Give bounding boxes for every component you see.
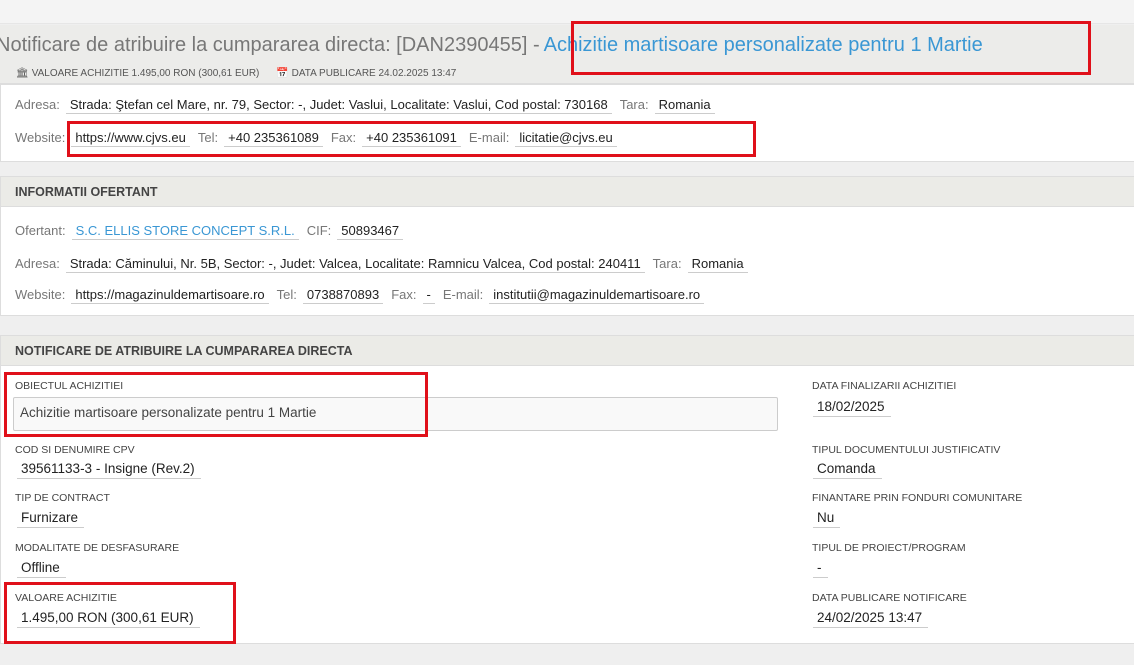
title-prefix: Notificare de atribuire la cumpararea di… — [0, 34, 540, 56]
fax-label: Fax: — [330, 130, 357, 145]
mode-label: MODALITATE DE DESFASURARE — [15, 542, 180, 554]
bidder-tel: 0738870893 — [302, 287, 384, 304]
notice-heading: NOTIFICARE DE ATRIBUIRE LA CUMPARAREA DI… — [1, 336, 1134, 366]
bidder-email[interactable]: institutii@magazinuldemartisoare.ro — [489, 287, 705, 304]
bidder-website[interactable]: https://magazinuldemartisoare.ro — [71, 287, 269, 304]
object-field[interactable]: Achizitie martisoare personalizate pentr… — [13, 397, 778, 431]
calendar-icon: 📅 — [276, 68, 289, 79]
publish-label: DATA PUBLICARE NOTIFICARE — [812, 592, 967, 604]
address-label: Adresa: — [15, 97, 60, 112]
header-meta: 🏛 VALOARE ACHIZITIE 1.495,00 RON (300,61 … — [16, 68, 470, 79]
tel-label: Tel: — [197, 130, 219, 145]
final-date-label: DATA FINALIZARII ACHIZITIEI — [812, 380, 957, 392]
meta-value: VALOARE ACHIZITIE 1.495,00 RON (300,61 E… — [31, 68, 260, 79]
final-date-value: 18/02/2025 — [813, 399, 891, 417]
publish-value: 24/02/2025 13:47 — [813, 610, 929, 628]
bidder-name-label: Ofertant: — [15, 223, 66, 238]
email-label: E-mail: — [468, 130, 510, 145]
bidder-fax: - — [422, 287, 435, 304]
bidder-name[interactable]: S.C. ELLIS STORE CONCEPT S.R.L. — [71, 223, 299, 240]
title-link[interactable]: Achizitie martisoare personalizate pentr… — [544, 34, 983, 56]
meta-date: DATA PUBLICARE 24.02.2025 13:47 — [291, 68, 457, 79]
bidder-country-label: Tara: — [652, 256, 682, 271]
bidder-heading: INFORMATII OFERTANT — [1, 177, 1134, 207]
authority-tel: +40 235361089 — [224, 130, 323, 147]
object-label: OBIECTUL ACHIZITIEI — [15, 380, 124, 392]
bidder-email-label: E-mail: — [442, 287, 484, 302]
authority-country: Romania — [654, 97, 715, 114]
authority-fax: +40 235361091 — [362, 130, 461, 147]
website-label: Website: — [15, 130, 66, 145]
bidder-website-label: Website: — [15, 287, 66, 302]
page-title: Notificare de atribuire la cumpararea di… — [0, 34, 983, 57]
cpv-label: COD SI DENUMIRE CPV — [15, 444, 135, 456]
bidder-fax-label: Fax: — [391, 287, 417, 302]
bidder-panel: INFORMATII OFERTANT Ofertant: S.C. ELLIS … — [0, 176, 1134, 316]
eu-funds-value: Nu — [813, 510, 841, 528]
authority-address: Strada: Ştefan cel Mare, nr. 79, Sector:… — [65, 97, 612, 114]
bidder-country: Romania — [687, 256, 748, 273]
bank-icon: 🏛 — [16, 68, 29, 79]
cpv-value: 39561133-3 - Insigne (Rev.2) — [17, 461, 201, 479]
bidder-address-label: Adresa: — [15, 256, 60, 271]
doc-type-value: Comanda — [813, 461, 882, 479]
bidder-cif: 50893467 — [337, 223, 404, 240]
authority-email[interactable]: licitatie@cjvs.eu — [515, 130, 617, 147]
bidder-address-row: Adresa: Strada: Căminului, Nr. 5B, Sector… — [15, 256, 756, 273]
bidder-contact-row: Website: https://magazinuldemartisoare.ro… — [15, 287, 712, 304]
mode-value: Offline — [17, 560, 66, 578]
value-value: 1.495,00 RON (300,61 EUR) — [17, 610, 200, 628]
authority-address-row: Adresa: Strada: Ştefan cel Mare, nr. 79, … — [15, 97, 723, 114]
bidder-address: Strada: Căminului, Nr. 5B, Sector: -, Ju… — [65, 256, 645, 273]
authority-panel: Adresa: Strada: Ştefan cel Mare, nr. 79, … — [0, 84, 1134, 162]
eu-funds-label: FINANTARE PRIN FONDURI COMUNITARE — [812, 492, 1023, 504]
bidder-tel-label: Tel: — [276, 287, 297, 302]
project-value: - — [813, 560, 828, 578]
country-label: Tara: — [619, 97, 649, 112]
authority-contact-row: Website: https://www.cjvs.eu Tel: +40 23536… — [15, 130, 625, 147]
cif-label: CIF: — [306, 223, 332, 238]
contract-value: Furnizare — [17, 510, 85, 528]
authority-website[interactable]: https://www.cjvs.eu — [71, 130, 190, 147]
bidder-name-row: Ofertant: S.C. ELLIS STORE CONCEPT S.R.L.… — [15, 223, 411, 240]
doc-type-label: TIPUL DOCUMENTULUI JUSTIFICATIV — [812, 444, 1001, 456]
notice-header: Notificare de atribuire la cumpararea di… — [0, 25, 1134, 84]
top-bar — [0, 0, 1134, 24]
project-label: TIPUL DE PROIECT/PROGRAM — [812, 542, 966, 554]
notice-panel: NOTIFICARE DE ATRIBUIRE LA CUMPARAREA DI… — [0, 335, 1134, 644]
contract-label: TIP DE CONTRACT — [15, 492, 110, 504]
value-label: VALOARE ACHIZITIE — [15, 592, 117, 604]
